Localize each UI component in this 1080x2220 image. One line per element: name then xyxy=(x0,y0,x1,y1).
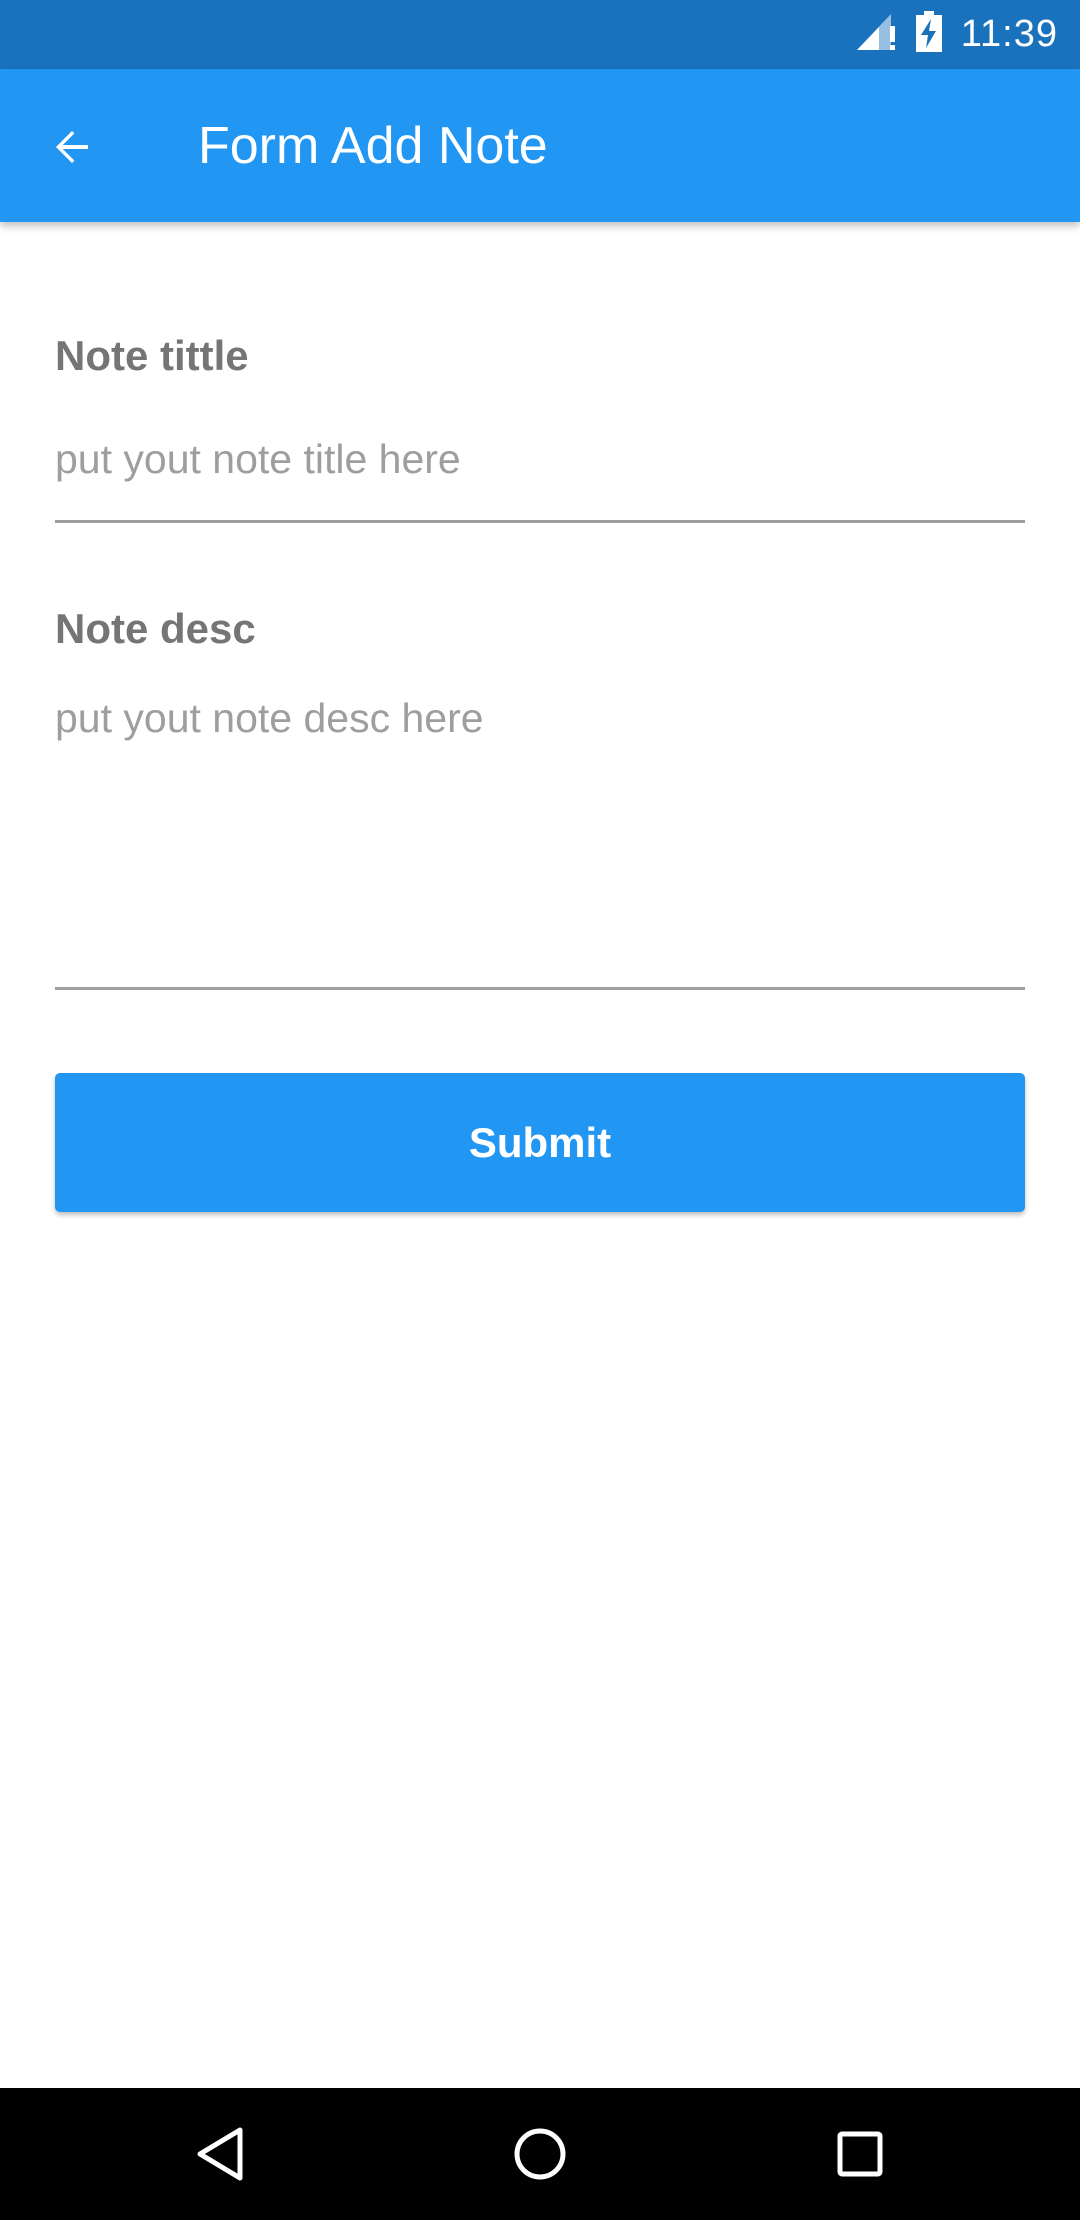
back-button[interactable] xyxy=(30,105,114,189)
note-desc-label: Note desc xyxy=(55,605,256,652)
nav-home-button[interactable] xyxy=(470,2088,610,2220)
nav-back-button[interactable] xyxy=(150,2088,290,2220)
note-title-underline xyxy=(55,520,1025,523)
page-title: Form Add Note xyxy=(198,116,548,175)
submit-button[interactable]: Submit xyxy=(55,1073,1025,1212)
nav-recents-button[interactable] xyxy=(790,2088,930,2220)
system-nav-bar xyxy=(0,2088,1080,2220)
battery-charging-icon xyxy=(915,11,943,58)
nav-home-icon xyxy=(514,2128,566,2180)
note-title-label: Note tittle xyxy=(55,332,249,379)
status-time: 11:39 xyxy=(960,13,1058,55)
signal-alert-icon xyxy=(855,12,897,57)
nav-back-icon xyxy=(197,2127,243,2181)
status-bar: 11:39 xyxy=(0,0,1080,69)
screen: 11:39 Form Add Note Note tittle Note des… xyxy=(0,0,1080,2220)
note-desc-underline xyxy=(55,987,1025,990)
note-desc-input[interactable] xyxy=(55,692,1025,952)
note-title-input[interactable] xyxy=(55,427,1025,491)
app-bar: Form Add Note xyxy=(0,69,1080,222)
arrow-back-icon xyxy=(56,131,88,163)
status-icons: 11:39 xyxy=(855,0,1058,69)
nav-recents-icon xyxy=(837,2131,883,2177)
